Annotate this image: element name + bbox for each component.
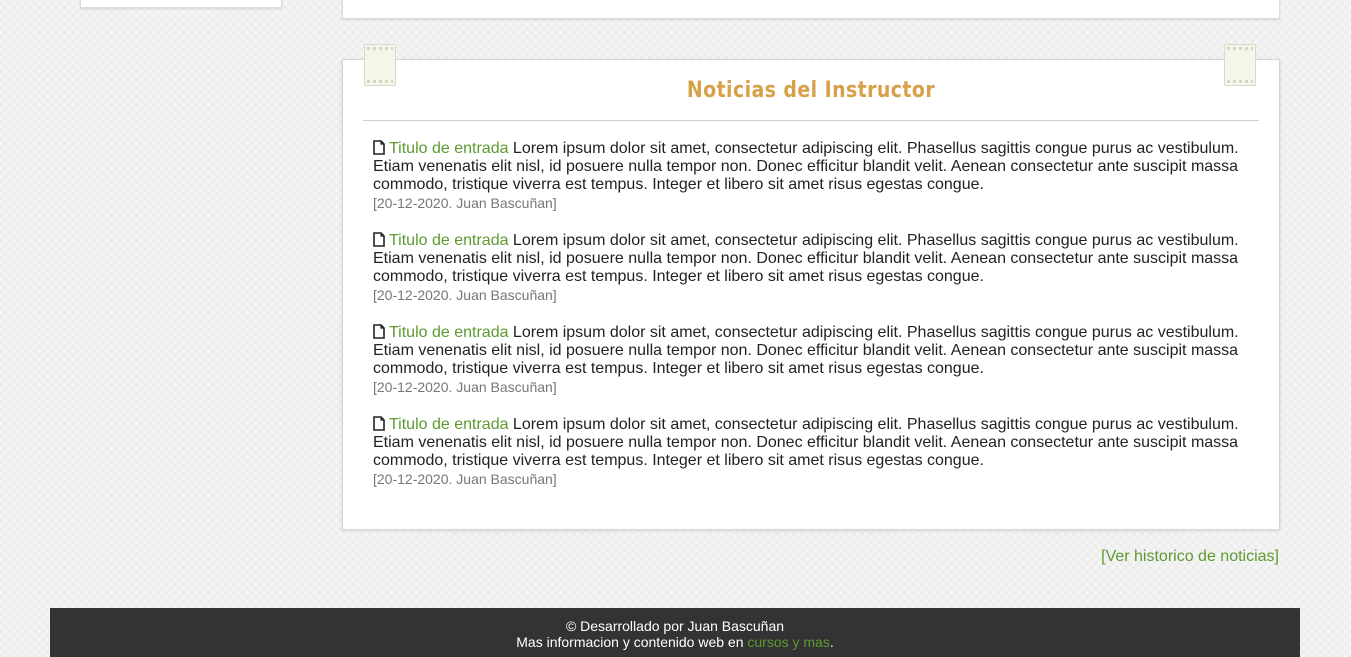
previous-content-card (342, 0, 1280, 19)
news-item-text: Titulo de entrada Lorem ipsum dolor sit … (373, 232, 1249, 286)
news-entry-link[interactable]: Titulo de entrada (389, 232, 508, 249)
news-history-link[interactable]: [Ver historico de noticias] (1101, 548, 1279, 566)
news-item: Titulo de entrada Lorem ipsum dolor sit … (373, 232, 1249, 304)
news-entry-meta: [20-12-2020. Juan Bascuñan] (373, 379, 557, 395)
footer-more-prefix: Mas informacion y contenido web en (516, 634, 748, 650)
news-entry-meta: [20-12-2020. Juan Bascuñan] (373, 287, 557, 303)
news-entry-link[interactable]: Titulo de entrada (389, 416, 508, 433)
footer-more-info: Mas informacion y contenido web en curso… (50, 634, 1300, 650)
sidebar-card (80, 0, 282, 8)
footer-courses-link[interactable]: cursos y mas (747, 634, 829, 650)
document-icon (373, 140, 385, 155)
tape-decoration-left (364, 44, 396, 86)
news-entry-link[interactable]: Titulo de entrada (389, 140, 508, 157)
news-item-text: Titulo de entrada Lorem ipsum dolor sit … (373, 140, 1249, 194)
news-item: Titulo de entrada Lorem ipsum dolor sit … (373, 324, 1249, 396)
news-section-title: Noticias del Instructor (686, 78, 936, 103)
news-list: Titulo de entrada Lorem ipsum dolor sit … (373, 140, 1249, 508)
news-item-text: Titulo de entrada Lorem ipsum dolor sit … (373, 324, 1249, 378)
news-entry-meta: [20-12-2020. Juan Bascuñan] (373, 471, 557, 487)
page-footer: © Desarrollado por Juan Bascuñan Mas inf… (50, 608, 1300, 657)
news-item: Titulo de entrada Lorem ipsum dolor sit … (373, 140, 1249, 212)
news-item: Titulo de entrada Lorem ipsum dolor sit … (373, 416, 1249, 488)
document-icon (373, 416, 385, 431)
title-divider (363, 120, 1259, 121)
document-icon (373, 232, 385, 247)
news-entry-meta: [20-12-2020. Juan Bascuñan] (373, 195, 557, 211)
news-item-text: Titulo de entrada Lorem ipsum dolor sit … (373, 416, 1249, 470)
document-icon (373, 324, 385, 339)
tape-decoration-right (1224, 44, 1256, 86)
footer-credit: © Desarrollado por Juan Bascuñan (565, 618, 785, 634)
news-entry-link[interactable]: Titulo de entrada (389, 324, 508, 341)
footer-more-suffix: . (829, 634, 834, 650)
instructor-news-card: Noticias del Instructor Titulo de entrad… (342, 59, 1280, 530)
